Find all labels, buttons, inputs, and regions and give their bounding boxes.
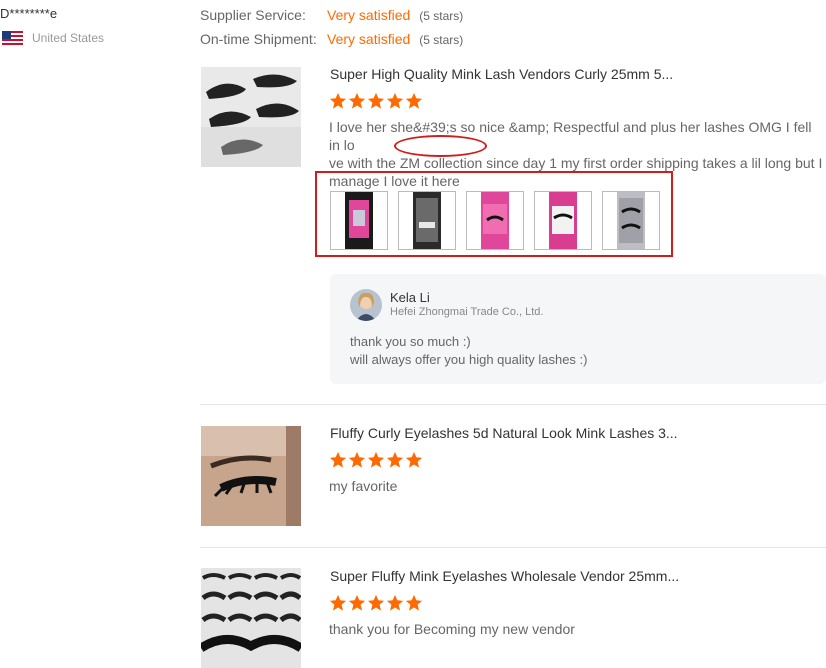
divider — [200, 404, 826, 405]
reply-author-name: Kela Li — [390, 290, 430, 305]
reviewer-name: D********e — [0, 6, 58, 21]
star-rating — [329, 594, 423, 612]
rating-row-ontime-shipment: On-time Shipment: Very satisfied (5 star… — [200, 31, 463, 47]
review-photo[interactable] — [398, 191, 456, 250]
star-icon — [348, 451, 366, 468]
review-text: thank you for Becoming my new vendor — [329, 620, 826, 638]
rating-count: (5 stars) — [419, 9, 464, 23]
rating-count: (5 stars) — [419, 33, 464, 47]
star-rating — [329, 451, 423, 469]
product-title[interactable]: Super High Quality Mink Lash Vendors Cur… — [330, 66, 710, 82]
star-icon — [405, 594, 423, 611]
star-icon — [405, 92, 423, 109]
star-icon — [386, 92, 404, 109]
divider — [200, 547, 826, 548]
avatar — [350, 289, 382, 321]
product-title[interactable]: Fluffy Curly Eyelashes 5d Natural Look M… — [330, 425, 710, 441]
review-text: my favorite — [329, 477, 826, 495]
review-line: my favorite — [329, 478, 398, 494]
star-icon — [329, 92, 347, 109]
review-line: thank you for Becoming my new vendor — [329, 621, 575, 637]
review-photo[interactable] — [330, 191, 388, 250]
us-flag-icon — [2, 31, 23, 46]
rating-value: Very satisfied — [327, 31, 411, 47]
reply-line: will always offer you high quality lashe… — [350, 352, 588, 367]
product-image[interactable] — [201, 67, 301, 167]
star-icon — [329, 594, 347, 611]
review-photo[interactable] — [534, 191, 592, 250]
star-icon — [348, 92, 366, 109]
star-icon — [386, 451, 404, 468]
review-photo[interactable] — [602, 191, 660, 250]
star-icon — [367, 594, 385, 611]
rating-label: On-time Shipment: — [200, 31, 317, 47]
review-line: I love her she&#39;s so nice &amp; Respe… — [329, 119, 812, 153]
product-image[interactable] — [201, 426, 301, 526]
review-line: ve with the ZM collection since day 1 my… — [329, 155, 823, 171]
product-image[interactable] — [201, 568, 301, 668]
star-icon — [405, 451, 423, 468]
star-icon — [386, 594, 404, 611]
rating-label: Supplier Service: — [200, 7, 306, 23]
star-icon — [348, 594, 366, 611]
rating-row-supplier-service: Supplier Service: Very satisfied (5 star… — [200, 7, 463, 23]
review-photo[interactable] — [466, 191, 524, 250]
star-icon — [329, 451, 347, 468]
reply-company: Hefei Zhongmai Trade Co., Ltd. — [390, 306, 544, 318]
star-icon — [367, 92, 385, 109]
product-title[interactable]: Super Fluffy Mink Eyelashes Wholesale Ve… — [330, 568, 710, 584]
reply-text: thank you so much :) will always offer y… — [350, 333, 588, 369]
rating-value: Very satisfied — [327, 7, 411, 23]
star-rating — [329, 92, 423, 110]
reviewer-country: United States — [32, 31, 105, 45]
star-icon — [367, 451, 385, 468]
reply-line: thank you so much :) — [350, 334, 471, 349]
